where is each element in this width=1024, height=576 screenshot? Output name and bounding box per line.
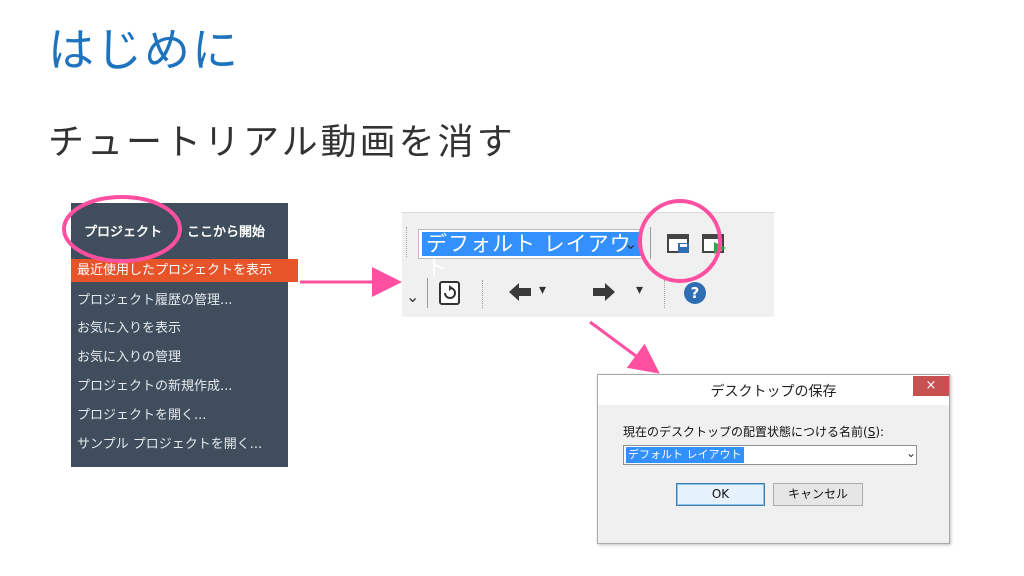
back-arrow-icon[interactable]	[508, 282, 532, 306]
toolbar-grip[interactable]	[406, 227, 410, 257]
save-desktop-dialog: デスクトップの保存 × 現在のデスクトップの配置状態につける名前(S): デフォ…	[597, 374, 950, 544]
layout-name-label-text: 現在のデスクトップの配置状態につける名前(	[623, 425, 868, 439]
chevron-down-icon[interactable]: ⌄	[906, 446, 916, 460]
ok-button[interactable]: OK	[676, 483, 765, 506]
close-button[interactable]: ×	[913, 376, 949, 396]
toolbar-separator	[427, 278, 428, 308]
tab-start-here[interactable]: ここから開始	[187, 221, 265, 240]
refresh-icon[interactable]	[438, 280, 462, 310]
toolbar-grip[interactable]	[664, 280, 668, 308]
layout-select[interactable]: デフォルト レイアウト	[418, 229, 642, 280]
chevron-down-icon[interactable]: ⌄	[406, 287, 419, 306]
menu-item-new-project[interactable]: プロジェクトの新規作成...	[71, 375, 288, 398]
forward-dropdown-icon[interactable]: ▾	[636, 282, 643, 298]
menu-item-open-sample[interactable]: サンプル プロジェクトを開く...	[71, 433, 288, 456]
help-icon[interactable]: ?	[683, 281, 707, 309]
menu-item-recent-projects[interactable]: 最近使用したプロジェクトを表示	[71, 259, 298, 282]
toolbar-grip[interactable]	[482, 280, 486, 308]
menu-item-manage-favorites[interactable]: お気に入りの管理	[71, 346, 288, 369]
cancel-button[interactable]: キャンセル	[773, 483, 863, 506]
dialog-title: デスクトップの保存	[710, 384, 837, 400]
layout-name-label-suffix: ):	[875, 425, 885, 439]
menu-header: プロジェクト ここから開始	[71, 203, 288, 257]
dialog-body: 現在のデスクトップの配置状態につける名前(S): デフォルト レイアウト ⌄ O…	[598, 405, 949, 543]
menu-item-manage-history[interactable]: プロジェクト履歴の管理...	[71, 289, 288, 312]
back-dropdown-icon[interactable]: ▾	[539, 282, 546, 298]
layout-name-label: 現在のデスクトップの配置状態につける名前(S):	[623, 423, 884, 440]
menu-item-open-project[interactable]: プロジェクトを開く...	[71, 404, 288, 427]
arrow-toolbar-to-dialog	[589, 320, 660, 374]
save-layout-icon[interactable]	[667, 233, 691, 259]
project-menu: プロジェクト ここから開始 最近使用したプロジェクトを表示 プロジェクト履歴の管…	[71, 203, 298, 467]
dialog-titlebar[interactable]: デスクトップの保存 ×	[598, 375, 949, 405]
layout-name-input-value: デフォルト レイアウト	[626, 447, 744, 463]
forward-arrow-icon[interactable]	[592, 282, 616, 306]
toolbar: デフォルト レイアウト ⌄ ⌄ ▾ ▾ ?	[402, 212, 774, 317]
chevron-down-icon[interactable]: ⌄	[624, 234, 637, 253]
menu-item-show-favorites[interactable]: お気に入りを表示	[71, 317, 288, 340]
tab-project[interactable]: プロジェクト	[84, 221, 162, 240]
layout-name-input[interactable]: デフォルト レイアウト ⌄	[623, 445, 917, 465]
slide-title: はじめに	[48, 23, 240, 77]
layout-select-value: デフォルト レイアウト	[422, 232, 641, 280]
restore-layout-icon[interactable]	[702, 233, 728, 261]
toolbar-separator	[650, 227, 651, 259]
slide-subtitle: チュートリアル動画を消す	[48, 122, 516, 163]
svg-text:?: ?	[691, 284, 700, 302]
toolbar-row-layout: デフォルト レイアウト ⌄	[402, 212, 774, 280]
